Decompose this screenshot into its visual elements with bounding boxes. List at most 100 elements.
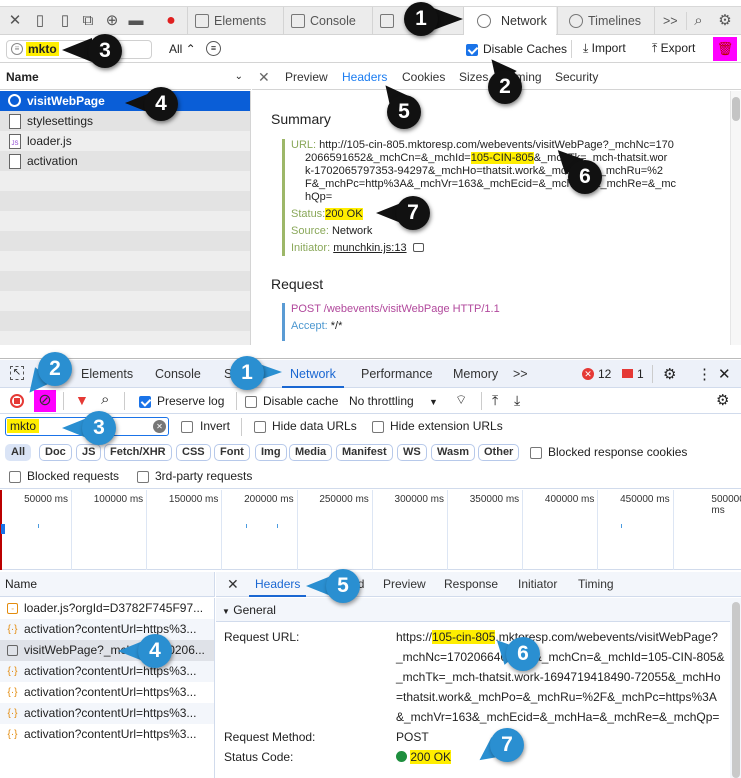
- scrollbar-track[interactable]: [730, 598, 741, 778]
- clear-network-items-button[interactable]: 🗑: [713, 37, 737, 61]
- list-item[interactable]: {·} activation?contentUrl=https%3...: [0, 619, 214, 640]
- scrollbar-thumb[interactable]: [732, 602, 740, 778]
- blocked-requests-checkbox[interactable]: [9, 470, 21, 484]
- tab-cookies[interactable]: Cookies: [402, 64, 445, 90]
- tab-response[interactable]: Response: [444, 572, 498, 597]
- hide-data-urls-checkbox[interactable]: [254, 420, 266, 434]
- invert-checkbox[interactable]: [181, 420, 193, 434]
- scrollbar-track[interactable]: [730, 91, 741, 345]
- hide-extension-urls-checkbox[interactable]: [372, 420, 384, 434]
- tab-sizes[interactable]: Sizes: [459, 64, 488, 90]
- error-icon[interactable]: ✕: [582, 368, 594, 380]
- more-tabs-button[interactable]: >>: [654, 7, 684, 35]
- issues-count[interactable]: 1: [637, 367, 644, 381]
- blocked-response-cookies-checkbox[interactable]: [530, 446, 542, 460]
- tab-timing[interactable]: Timing: [578, 572, 614, 597]
- dock-right-icon[interactable]: ▯: [56, 12, 74, 30]
- inspect-element-icon[interactable]: ↖: [10, 366, 24, 380]
- export-button[interactable]: ⤒ Export: [652, 41, 695, 56]
- type-filter-font[interactable]: Font: [214, 444, 250, 461]
- error-count[interactable]: 12: [598, 367, 611, 381]
- tab-performance[interactable]: Performance: [361, 360, 433, 388]
- type-filter-all[interactable]: All: [5, 444, 32, 461]
- divider: [241, 418, 242, 436]
- tab-headers[interactable]: Headers: [249, 572, 307, 597]
- list-item[interactable]: {·} activation?contentUrl=https%3...: [0, 661, 214, 682]
- tab-security[interactable]: Security: [555, 64, 598, 90]
- list-item[interactable]: activation: [0, 151, 250, 171]
- gear-icon[interactable]: ⚙: [716, 12, 734, 30]
- initiator-link[interactable]: munchkin.js:13: [333, 242, 406, 254]
- throttling-select[interactable]: No throttling ▼: [349, 394, 438, 408]
- tab-console[interactable]: Console: [155, 360, 201, 388]
- chevron-down-icon[interactable]: ⌄: [235, 64, 243, 90]
- close-devtools-icon[interactable]: ✕: [718, 365, 731, 383]
- list-item[interactable]: visitWebPage?_mchNc=170206...: [0, 640, 214, 661]
- network-settings-gear-icon[interactable]: ⚙: [716, 391, 729, 409]
- type-filter-css[interactable]: CSS: [176, 444, 211, 461]
- tab-headers[interactable]: Headers: [342, 64, 387, 90]
- settings-gear-icon[interactable]: ⚙: [663, 365, 676, 383]
- filter-options-icon[interactable]: ≡: [206, 41, 221, 56]
- element-picker-icon[interactable]: ⊕: [103, 12, 121, 30]
- tab-console[interactable]: Console: [283, 7, 371, 35]
- clear-filter-icon[interactable]: ✕: [153, 420, 166, 433]
- type-filter-other[interactable]: Other: [478, 444, 520, 461]
- close-icon[interactable]: ✕: [6, 12, 24, 30]
- filter-funnel-icon[interactable]: ▼: [75, 392, 89, 408]
- list-item[interactable]: JS loader.js: [0, 131, 250, 151]
- tab-elements[interactable]: Elements: [187, 7, 282, 35]
- type-filter-manifest[interactable]: Manifest: [336, 444, 393, 461]
- type-filter-img[interactable]: Img: [255, 444, 287, 461]
- search-icon[interactable]: ⌕: [101, 391, 109, 408]
- list-item[interactable]: {·} activation?contentUrl=https%3...: [0, 682, 214, 703]
- network-conditions-icon[interactable]: ⌔: [455, 392, 467, 408]
- more-options-icon[interactable]: ⋮: [697, 365, 712, 383]
- tab-preview[interactable]: Preview: [285, 64, 328, 90]
- type-filter-fetch-xhr[interactable]: Fetch/XHR: [104, 444, 172, 461]
- third-party-requests-checkbox[interactable]: [137, 470, 149, 484]
- close-detail-icon[interactable]: ✕: [258, 64, 270, 90]
- tab-preview[interactable]: Preview: [383, 572, 426, 597]
- callout-6: 6: [506, 637, 540, 671]
- search-icon[interactable]: ⌕: [686, 12, 710, 30]
- list-item[interactable]: {·} activation?contentUrl=https%3...: [0, 724, 214, 745]
- type-filter-media[interactable]: Media: [289, 444, 333, 461]
- error-icon[interactable]: ●: [162, 12, 180, 30]
- device-icon[interactable]: ▬: [127, 12, 145, 30]
- request-list: ◦ loader.js?orgId=D3782F745F97... {·} acti…: [0, 598, 215, 778]
- call-stack-icon[interactable]: [412, 243, 424, 252]
- dock-left-icon[interactable]: ▯: [31, 12, 49, 30]
- name-column-header[interactable]: Name: [0, 572, 215, 597]
- tab-timelines[interactable]: Timelines: [557, 7, 653, 35]
- list-item[interactable]: {·} activation?contentUrl=https%3...: [0, 703, 214, 724]
- type-filter-doc[interactable]: Doc: [39, 444, 72, 461]
- tab-memory[interactable]: Memory: [453, 360, 498, 388]
- type-filter-ws[interactable]: WS: [397, 444, 427, 461]
- close-detail-icon[interactable]: ✕: [227, 572, 239, 597]
- type-filter-select[interactable]: All ⌃: [169, 42, 196, 56]
- type-filter-js[interactable]: JS: [76, 444, 102, 461]
- name-column-header[interactable]: Name ⌄: [0, 64, 251, 90]
- detach-window-icon[interactable]: ⧉: [79, 12, 97, 30]
- network-overview-timeline[interactable]: 50000 ms 100000 ms 150000 ms 200000 ms 25000…: [0, 490, 741, 570]
- import-har-icon[interactable]: ⤒: [492, 392, 498, 409]
- stop-recording-button[interactable]: [10, 394, 24, 408]
- more-tabs-button[interactable]: >>: [513, 360, 528, 388]
- status-code-row: 200 OK: [396, 747, 452, 767]
- disable-cache-checkbox[interactable]: [245, 395, 257, 409]
- general-section-header[interactable]: ▼ General: [216, 598, 730, 622]
- scrollbar-thumb[interactable]: [732, 97, 740, 121]
- issues-icon[interactable]: [622, 369, 633, 378]
- import-button[interactable]: ⤓ Import: [583, 41, 626, 56]
- list-item[interactable]: ◦ loader.js?orgId=D3782F745F97...: [0, 598, 214, 619]
- preserve-log-checkbox[interactable]: [139, 395, 151, 409]
- tab-network[interactable]: Network: [282, 360, 344, 388]
- type-filter-wasm[interactable]: Wasm: [431, 444, 475, 461]
- disable-caches-checkbox[interactable]: [466, 43, 478, 57]
- export-har-icon[interactable]: ⤓: [514, 392, 520, 409]
- tab-network[interactable]: Network: [463, 7, 556, 35]
- tab-initiator[interactable]: Initiator: [518, 572, 557, 597]
- fetch-icon: {·}: [7, 666, 18, 677]
- tab-elements[interactable]: Elements: [81, 360, 133, 388]
